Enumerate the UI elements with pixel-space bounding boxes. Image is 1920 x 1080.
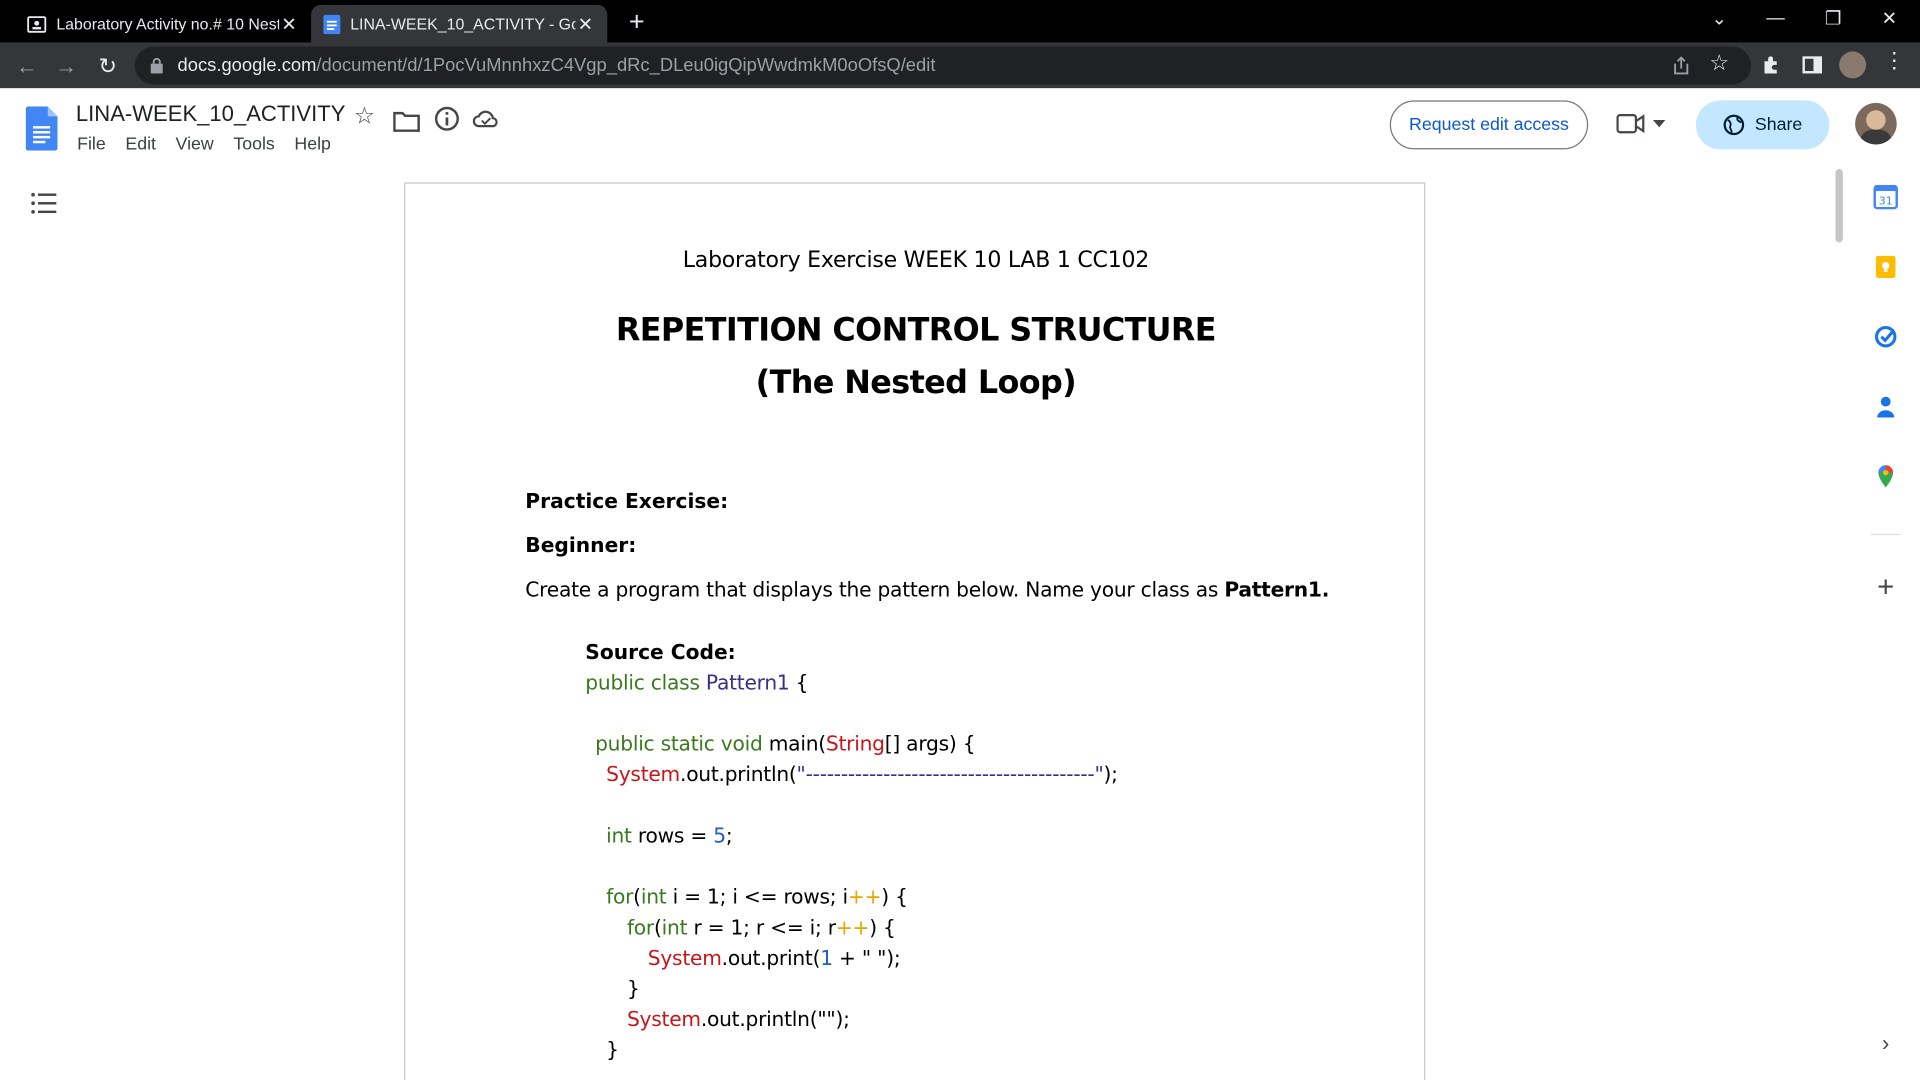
meet-button[interactable] <box>1616 113 1666 135</box>
side-panel-divider <box>1871 533 1901 536</box>
tab-title: LINA-WEEK_10_ACTIVITY - Googl <box>350 14 575 34</box>
menu-tools[interactable]: Tools <box>233 135 274 155</box>
collapse-side-panel-button[interactable]: › <box>1873 1031 1897 1057</box>
bookmark-star-icon[interactable]: ☆ <box>1709 50 1729 76</box>
cloud-saved-icon[interactable] <box>472 105 500 132</box>
back-button[interactable]: ← <box>11 50 43 82</box>
share-label: Share <box>1754 115 1803 135</box>
folder-icon[interactable] <box>393 108 420 135</box>
code-line: public static void main(String[] args) { <box>595 732 976 756</box>
svg-text:31: 31 <box>1879 194 1893 207</box>
contacts-icon[interactable] <box>1873 394 1897 418</box>
code-line: System.out.println(""); <box>626 1007 850 1032</box>
code-line: for(int i = 1; i <= rows; i++) { <box>606 885 908 909</box>
new-tab-button[interactable]: + <box>621 6 653 38</box>
address-bar[interactable]: docs.google.com/document/d/1PocVuMnnhxzC… <box>134 46 1752 85</box>
document-subtitle: Laboratory Exercise WEEK 10 LAB 1 CC102 <box>682 247 1150 274</box>
code-line: } <box>626 977 640 1001</box>
close-icon[interactable]: ✕ <box>279 13 299 35</box>
menu-view[interactable]: View <box>176 135 214 155</box>
video-camera-icon <box>1616 114 1645 134</box>
code-line: for(int r = 1; r <= i; r++) { <box>626 915 896 940</box>
minimize-button[interactable]: — <box>1757 7 1794 28</box>
code-line: System.out.print(1 + " "); <box>647 946 901 970</box>
tab-lina-week-10[interactable]: LINA-WEEK_10_ACTIVITY - Googl ✕ <box>311 4 608 43</box>
menu-bar: File Edit View Tools Help <box>77 135 350 155</box>
menu-help[interactable]: Help <box>294 135 331 155</box>
side-panel-icon[interactable] <box>1802 55 1823 75</box>
account-avatar[interactable] <box>1855 102 1897 145</box>
beginner-label: Beginner: <box>525 533 637 558</box>
profile-avatar[interactable] <box>1839 51 1867 79</box>
code-line: } <box>606 1038 619 1062</box>
document-page[interactable]: Laboratory Exercise WEEK 10 LAB 1 CC102 … <box>404 182 1426 1080</box>
maps-icon[interactable] <box>1873 464 1897 488</box>
document-heading: REPETITION CONTROL STRUCTURE <box>615 312 1217 349</box>
share-page-icon[interactable] <box>1671 56 1691 76</box>
star-icon[interactable]: ☆ <box>354 103 375 131</box>
google-docs-logo-icon[interactable] <box>25 106 58 151</box>
classroom-icon <box>27 15 47 33</box>
code-line: int rows = 5; <box>606 824 733 848</box>
close-icon[interactable]: ✕ <box>576 13 596 35</box>
close-window-button[interactable]: ✕ <box>1871 7 1908 30</box>
docs-favicon-icon <box>323 14 341 34</box>
calendar-icon[interactable]: 31 <box>1873 184 1898 210</box>
url-text: docs.google.com/document/d/1PocVuMnnhxzC… <box>177 55 936 76</box>
tab-title: Laboratory Activity no.# 10 Neste <box>56 14 280 34</box>
tab-search-icon[interactable]: ⌄ <box>1701 7 1738 30</box>
document-title[interactable]: LINA-WEEK_10_ACTIVITY <box>76 102 345 128</box>
code-line: System.out.println("--------------------… <box>606 762 1118 787</box>
share-button[interactable]: Share <box>1695 100 1830 150</box>
source-code-label: Source Code: <box>585 640 736 664</box>
scrollbar[interactable] <box>1835 168 1843 243</box>
document-outline-icon[interactable] <box>31 191 58 215</box>
menu-file[interactable]: File <box>77 135 106 155</box>
reload-button[interactable]: ↻ <box>92 50 124 82</box>
browser-toolbar: ← → ↻ docs.google.com/document/d/1PocVuM… <box>0 42 1920 89</box>
more-menu-icon[interactable]: ⋮ <box>1883 48 1905 74</box>
extensions-icon[interactable] <box>1762 55 1782 75</box>
code-line: public class Pattern1 { <box>585 671 809 695</box>
info-icon[interactable] <box>433 105 460 132</box>
request-edit-access-button[interactable]: Request edit access <box>1389 100 1589 150</box>
instruction-text: Create a program that displays the patte… <box>525 577 1330 602</box>
keep-icon[interactable] <box>1873 255 1897 279</box>
tasks-icon[interactable] <box>1873 324 1897 348</box>
restore-button[interactable]: ❐ <box>1815 7 1852 30</box>
document-heading-sub: (The Nested Loop) <box>755 364 1077 402</box>
browser-tab-strip: Laboratory Activity no.# 10 Neste ✕ LINA… <box>0 0 1920 43</box>
menu-edit[interactable]: Edit <box>125 135 156 155</box>
lock-icon <box>150 57 163 74</box>
globe-icon <box>1723 114 1745 136</box>
tab-laboratory-activity[interactable]: Laboratory Activity no.# 10 Neste ✕ <box>15 5 311 43</box>
add-addon-button[interactable]: + <box>1872 571 1899 605</box>
forward-button[interactable]: → <box>50 50 82 82</box>
practice-exercise-label: Practice Exercise: <box>525 489 729 514</box>
chevron-down-icon <box>1653 120 1666 128</box>
